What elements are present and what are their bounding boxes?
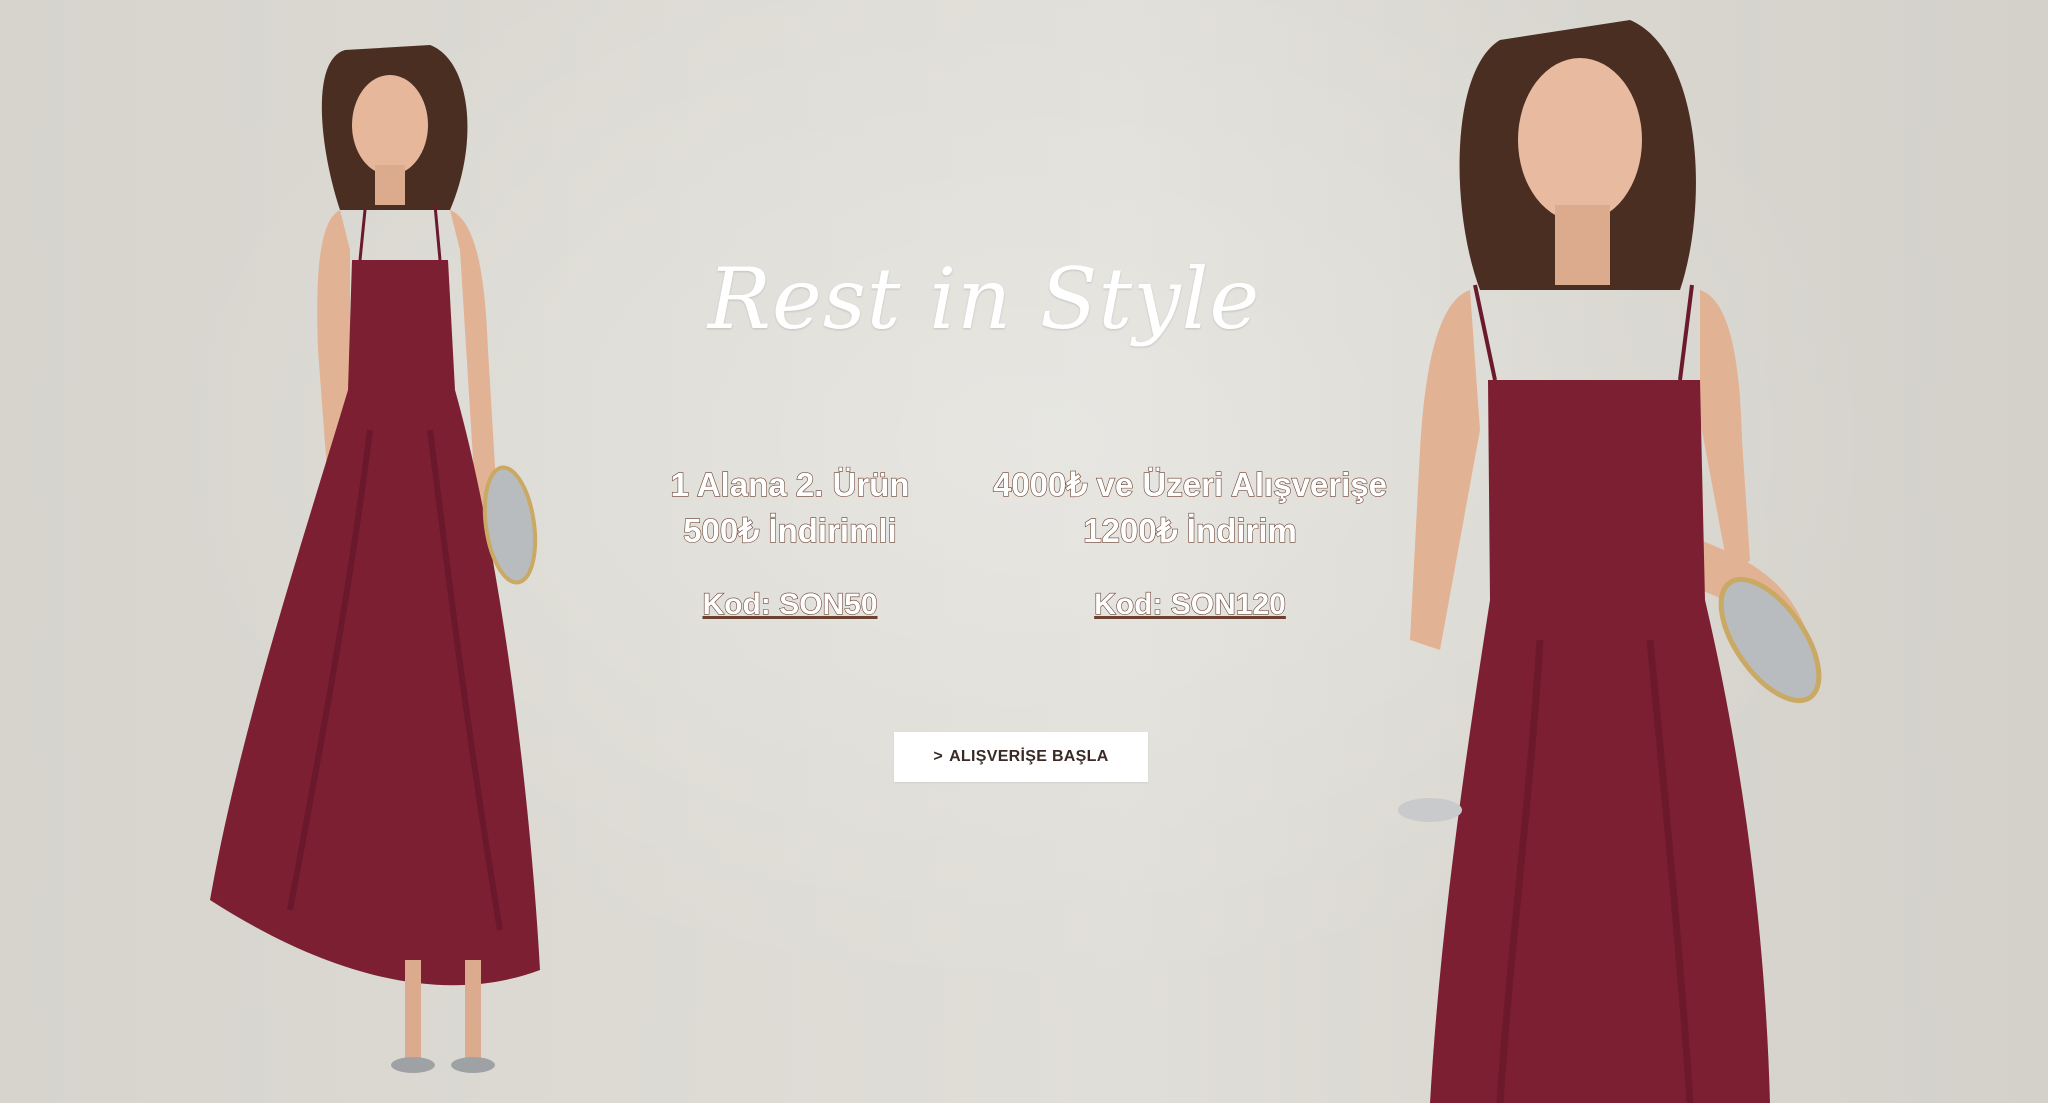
promo-1-line1: 1 Alana 2. Ürün: [670, 465, 910, 503]
start-shopping-label: ALIŞVERİŞE BAŞLA: [949, 748, 1109, 765]
promo-offer-2: 4000₺ ve Üzeri Alışverişe 1200₺ İndirim …: [965, 462, 1415, 628]
promo-2-code-link[interactable]: Kod: SON120: [1094, 582, 1287, 628]
model-left-photo: [200, 30, 620, 1090]
promo-2-line1: 4000₺ ve Üzeri Alışverişe: [992, 465, 1388, 503]
promo-offer-1: 1 Alana 2. Ürün 500₺ İndirimli Kod: SON5…: [640, 462, 940, 628]
headline: Rest in Style: [707, 250, 1261, 348]
chevron-right-icon: >: [933, 748, 944, 765]
promo-1-code-link[interactable]: Kod: SON50: [702, 582, 878, 628]
promo-1-line2: 500₺ İndirimli: [683, 511, 898, 549]
promo-2-line2: 1200₺ İndirim: [1083, 511, 1298, 549]
start-shopping-button[interactable]: > ALIŞVERİŞE BAŞLA: [894, 732, 1148, 782]
hero-banner[interactable]: Rest in Style 1 Alana 2. Ürün 500₺ İndir…: [0, 0, 2048, 1103]
model-right-photo: [1370, 0, 1870, 1103]
